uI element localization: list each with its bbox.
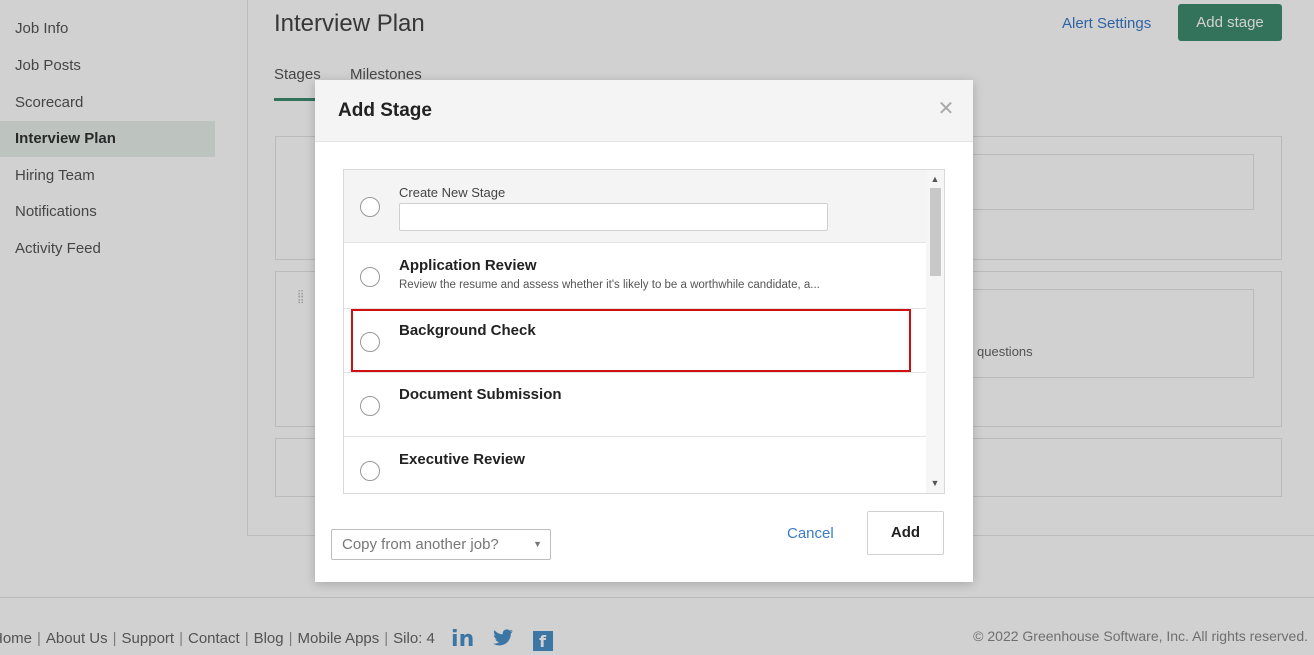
- stage-option-application-review[interactable]: Application Review Review the resume and…: [344, 243, 926, 309]
- add-button[interactable]: Add: [867, 511, 944, 555]
- copy-from-job-select[interactable]: Copy from another job? ▼: [331, 529, 551, 560]
- add-stage-modal: Add Stage ✕ Create New Stage Application…: [315, 80, 973, 582]
- stage-list-scrollbar[interactable]: ▲ ▼: [926, 170, 944, 493]
- stage-name: Application Review: [399, 257, 537, 274]
- create-new-stage-row[interactable]: Create New Stage: [344, 170, 926, 243]
- create-new-stage-label: Create New Stage: [399, 185, 506, 200]
- stage-option-document-submission[interactable]: Document Submission: [344, 373, 926, 437]
- stage-radio[interactable]: [360, 267, 380, 287]
- stage-radio[interactable]: [360, 396, 380, 416]
- stage-radio[interactable]: [360, 332, 380, 352]
- stage-name: Executive Review: [399, 451, 525, 468]
- copy-from-job-value: Copy from another job?: [342, 536, 499, 553]
- stage-option-executive-review[interactable]: Executive Review: [344, 437, 926, 493]
- close-icon[interactable]: ✕: [935, 98, 957, 120]
- scroll-up-icon[interactable]: ▲: [926, 171, 944, 187]
- create-new-stage-input[interactable]: [399, 203, 828, 231]
- cancel-button[interactable]: Cancel: [787, 525, 834, 542]
- chevron-down-icon: ▼: [533, 539, 542, 549]
- modal-header: Add Stage ✕: [315, 80, 973, 142]
- modal-title: Add Stage: [338, 100, 432, 121]
- create-new-stage-radio[interactable]: [360, 197, 380, 217]
- stage-name: Document Submission: [399, 386, 562, 403]
- stage-name: Background Check: [399, 322, 536, 339]
- stage-option-background-check[interactable]: Background Check: [344, 309, 926, 373]
- scroll-down-icon[interactable]: ▼: [926, 475, 944, 491]
- scroll-thumb[interactable]: [930, 188, 941, 276]
- stage-radio[interactable]: [360, 461, 380, 481]
- stage-description: Review the resume and assess whether it'…: [399, 279, 820, 291]
- stage-list: Create New Stage Application Review Revi…: [343, 169, 945, 494]
